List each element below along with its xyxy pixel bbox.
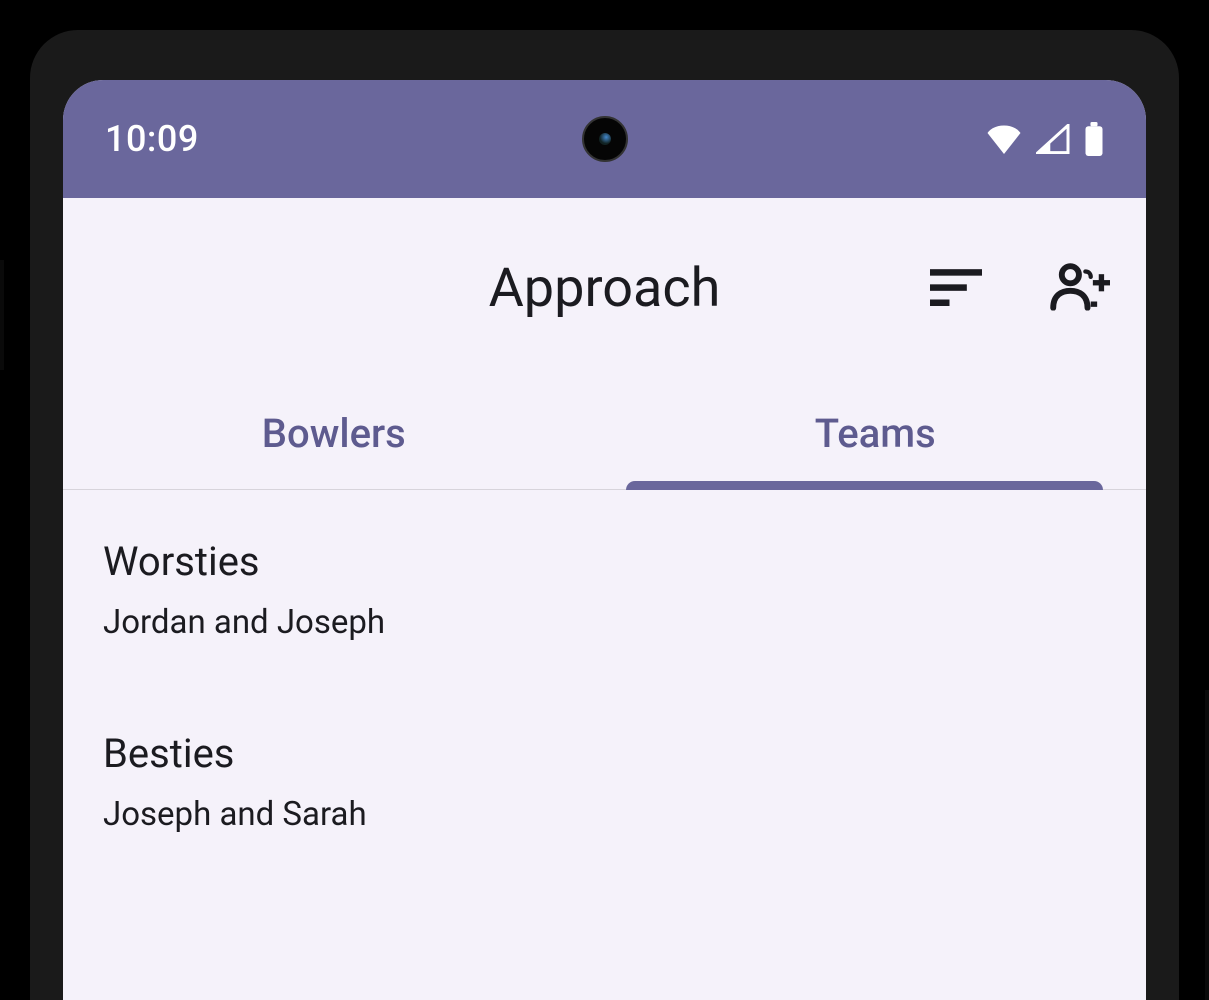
status-time: 10:09 (105, 118, 199, 160)
content-list: Worsties Jordan and Joseph Besties Josep… (63, 490, 1146, 874)
team-members: Jordan and Joseph (103, 603, 1106, 642)
team-name: Besties (103, 730, 1106, 777)
person-add-icon (1050, 263, 1110, 314)
status-bar: 10:09 (63, 80, 1146, 198)
page-title: Approach (489, 257, 721, 320)
app-bar: Approach (63, 198, 1146, 378)
app-bar-actions (922, 255, 1118, 322)
tab-label: Teams (815, 410, 936, 457)
team-list-item[interactable]: Worsties Jordan and Joseph (63, 490, 1146, 682)
tab-label: Bowlers (262, 410, 406, 457)
battery-icon (1084, 122, 1104, 156)
front-camera (582, 116, 628, 162)
team-name: Worsties (103, 538, 1106, 585)
phone-frame: 10:09 Approach (0, 0, 1209, 1000)
team-list-item[interactable]: Besties Joseph and Sarah (63, 682, 1146, 874)
sort-button[interactable] (922, 259, 990, 318)
add-person-button[interactable] (1042, 255, 1118, 322)
signal-icon (1036, 124, 1070, 154)
tab-bowlers[interactable]: Bowlers (63, 378, 605, 489)
screen: 10:09 Approach (63, 80, 1146, 1000)
tab-indicator (626, 481, 1103, 490)
team-members: Joseph and Sarah (103, 795, 1106, 834)
tab-teams[interactable]: Teams (605, 378, 1147, 489)
tab-bar: Bowlers Teams (63, 378, 1146, 490)
sort-icon (930, 267, 982, 310)
status-icons (986, 122, 1104, 156)
side-button-right (1205, 690, 1209, 1000)
side-button-left (0, 260, 4, 370)
wifi-icon (986, 124, 1022, 154)
